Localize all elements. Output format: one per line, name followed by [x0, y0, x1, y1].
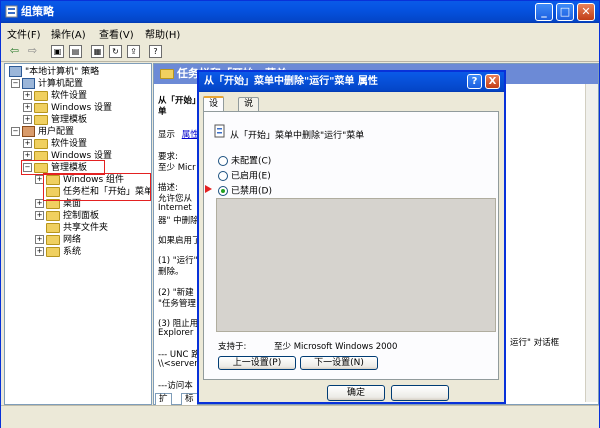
tab-settings[interactable]: 设置: [203, 96, 225, 122]
folder-icon: [34, 90, 48, 101]
folder-icon: [34, 102, 48, 113]
collapse-icon[interactable]: −: [11, 127, 20, 136]
settings-panel: 从「开始」菜单中删除"运行"菜单 未配置(C) 已启用(E) 已禁用(D) 支持…: [203, 111, 499, 380]
menu-help[interactable]: 帮助(H): [145, 26, 180, 41]
close-button[interactable]: ✕: [577, 3, 595, 21]
radio-enabled[interactable]: 已启用(E): [218, 171, 271, 183]
tree-root[interactable]: "本地计算机" 策略: [9, 66, 99, 78]
menu-action[interactable]: 操作(A): [51, 26, 86, 41]
tree-shared-folders[interactable]: 共享文件夹: [46, 222, 108, 234]
expand-icon[interactable]: +: [35, 211, 44, 220]
radio-circle: [218, 171, 228, 181]
cancel-button-partial[interactable]: [391, 385, 449, 401]
policy-icon: [9, 66, 22, 77]
tree-cc-admin[interactable]: + 管理模板: [23, 114, 87, 126]
menu-view[interactable]: 查看(V): [99, 26, 134, 41]
folder-icon: [160, 69, 174, 79]
dialog-title: 从「开始」菜单中删除"运行"菜单 属性: [204, 76, 378, 87]
annotation-arrow-icon: [205, 185, 212, 193]
refresh-icon[interactable]: ↻: [109, 45, 122, 58]
expand-icon[interactable]: +: [23, 103, 32, 112]
window-title: 组策略: [21, 5, 54, 18]
desc-line3: 器" 中删除: [158, 216, 199, 226]
item3-line2: Explorer: [158, 328, 194, 338]
user-icon: [22, 126, 35, 137]
supported-label: 支持于:: [218, 342, 247, 352]
expand-icon[interactable]: +: [23, 151, 32, 160]
properties-icon[interactable]: ▦: [91, 45, 104, 58]
policy-app-icon: [5, 5, 18, 18]
display-properties: 显示 属性: [158, 130, 199, 140]
next-setting-button[interactable]: 下一设置(N): [300, 356, 378, 370]
expand-icon[interactable]: +: [23, 115, 32, 124]
folder-icon: [46, 234, 60, 245]
status-bar: [1, 405, 599, 428]
supported-value: 至少 Microsoft Windows 2000: [274, 342, 398, 352]
tree-control-panel[interactable]: + 控制面板: [35, 210, 99, 222]
right-pane-scrollbar[interactable]: [585, 84, 598, 402]
tree-network[interactable]: + 网络: [35, 234, 81, 246]
radio-circle: [218, 156, 228, 166]
toolbar: ⇦ ⇨ ▣ ▤ ▦ ↻ ⇪ ?: [1, 41, 599, 62]
tree-uc-software[interactable]: + 软件设置: [23, 138, 87, 150]
item2-line2: "任务管理: [158, 299, 196, 309]
setting-title-2: 单: [158, 107, 167, 117]
requirements-value: 至少 Micr: [158, 163, 196, 173]
tree-cc-software[interactable]: + 软件设置: [23, 90, 87, 102]
unc-line2: \\<server: [158, 359, 198, 369]
folder-icon: [34, 114, 48, 125]
folder-icon: [46, 246, 60, 257]
expand-icon[interactable]: +: [35, 235, 44, 244]
back-icon[interactable]: ⇦: [7, 44, 22, 58]
tree-system[interactable]: + 系统: [35, 246, 81, 258]
folder-icon: [46, 210, 60, 221]
tab-explain[interactable]: 说明: [238, 97, 260, 122]
tree-cc-windows[interactable]: + Windows 设置: [23, 102, 112, 114]
expand-icon[interactable]: +: [23, 139, 32, 148]
expand-icon[interactable]: +: [23, 91, 32, 100]
folder-icon: [46, 222, 60, 233]
ok-button[interactable]: 确定: [327, 385, 385, 401]
run-dialog-text: 运行" 对话框: [510, 338, 560, 348]
policy-setting-icon: [214, 124, 225, 138]
tree-computer-config[interactable]: − 计算机配置: [11, 78, 83, 90]
up-folder-icon[interactable]: ▣: [51, 45, 64, 58]
title-bar[interactable]: 组策略 _ □ ✕: [1, 1, 599, 23]
folder-icon: [34, 138, 48, 149]
maximize-button[interactable]: □: [556, 3, 574, 21]
show-tree-icon[interactable]: ▤: [69, 45, 82, 58]
computer-icon: [22, 78, 35, 89]
help-icon[interactable]: ?: [149, 45, 162, 58]
radio-circle-selected: [218, 186, 228, 196]
minimize-button[interactable]: _: [535, 3, 553, 21]
collapse-icon[interactable]: −: [11, 79, 20, 88]
menu-bar: 文件(F) 操作(A) 查看(V) 帮助(H): [1, 23, 599, 42]
dialog-title-bar[interactable]: 从「开始」菜单中删除"运行"菜单 属性 ? X: [199, 72, 504, 92]
tree-pane: "本地计算机" 策略 − 计算机配置 + 软件设置 + Windows 设置 + 管理模…: [4, 63, 152, 405]
forward-icon[interactable]: ⇨: [25, 44, 40, 58]
if-enable-text: 如果启用了: [158, 236, 201, 246]
highlight-taskbar-start: [43, 173, 151, 201]
dialog-close-button[interactable]: X: [485, 74, 500, 89]
tab-standard[interactable]: 标: [181, 393, 198, 405]
policy-properties-dialog: 从「开始」菜单中删除"运行"菜单 属性 ? X 设置 说明 从「开始」菜单中删除…: [197, 70, 506, 404]
item1-line2: 删除。: [158, 267, 184, 277]
expand-icon[interactable]: +: [35, 247, 44, 256]
dialog-help-button[interactable]: ?: [467, 74, 482, 89]
menu-file[interactable]: 文件(F): [7, 26, 41, 41]
export-icon[interactable]: ⇪: [127, 45, 140, 58]
desc-line2: Internet: [158, 203, 192, 213]
access-line: ---访问本: [158, 381, 193, 391]
folder-icon: [34, 150, 48, 161]
prev-setting-button[interactable]: 上一设置(P): [218, 356, 296, 370]
radio-not-configured[interactable]: 未配置(C): [218, 156, 271, 168]
policy-name: 从「开始」菜单中删除"运行"菜单: [230, 131, 365, 141]
tree-user-config[interactable]: − 用户配置: [11, 126, 74, 138]
radio-disabled[interactable]: 已禁用(D): [218, 186, 272, 198]
options-area: [216, 198, 496, 332]
